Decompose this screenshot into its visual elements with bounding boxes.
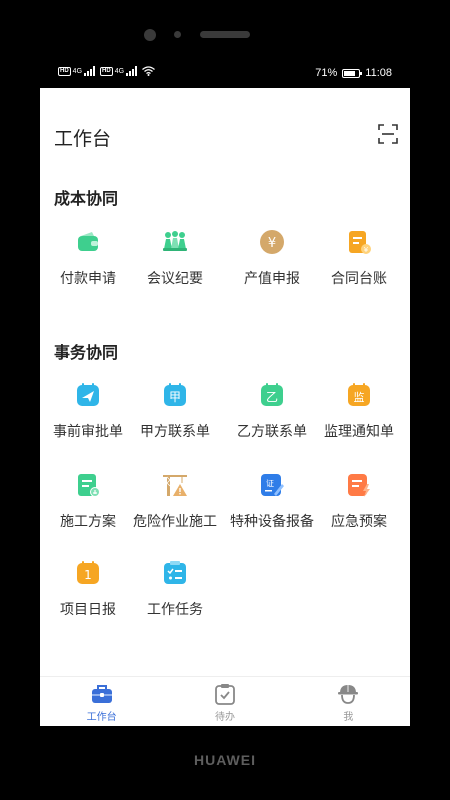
status-right: 71% 11:08 — [315, 67, 392, 79]
section-title-cost: 成本协同 — [54, 189, 119, 208]
front-camera — [144, 29, 156, 41]
device-brand-logo: HUAWEI — [194, 752, 256, 768]
construction-plan-icon — [78, 474, 100, 497]
crane-warning-icon — [163, 475, 187, 496]
clipboard-check-icon — [215, 684, 235, 705]
grid-item-label: 付款申请 — [60, 271, 116, 287]
section-title-affairs: 事务协同 — [54, 343, 119, 362]
tab-label: 我 — [343, 712, 354, 723]
party-a-glyph: 甲 — [169, 390, 181, 404]
page-title: 工作台 — [54, 128, 112, 150]
grid-item-label: 监理通知单 — [324, 424, 394, 440]
party-b-glyph: 乙 — [266, 390, 278, 404]
grid-item-label: 应急预案 — [331, 514, 387, 530]
grid-item-daily-report[interactable]: 1 项目日报 — [42, 560, 134, 640]
grid-item-label: 项目日报 — [60, 602, 116, 618]
worker-helmet-icon — [338, 685, 359, 704]
grid-item-supervision-notice[interactable]: 监 监理通知单 — [313, 382, 405, 462]
task-list-icon — [164, 561, 186, 584]
send-approval-icon — [77, 383, 99, 406]
earpiece-speaker — [200, 31, 250, 38]
tab-label: 工作台 — [86, 712, 117, 723]
signal-bars-icon-2 — [126, 66, 138, 76]
emergency-plan-icon — [348, 474, 370, 497]
signal-indicators: HD 4G HD 4G — [58, 66, 155, 76]
battery-icon — [342, 68, 363, 78]
app-screen: 工作台 成本协同 付款申请 会议纪要 ¥ 产值申报 ¥ 合同台账 事务协同 事前… — [40, 88, 410, 726]
clock: 11:08 — [365, 67, 392, 79]
grid-item-label: 特种设备报备 — [230, 514, 314, 530]
grid-item-label: 事前审批单 — [53, 424, 123, 440]
network-type: 4G — [72, 68, 83, 75]
wallet-icon — [78, 232, 98, 251]
tab-todo[interactable]: 待办 — [163, 677, 286, 726]
daily-report-icon: 1 — [77, 561, 99, 584]
status-bar: HD 4G HD 4G 71% 11:08 — [40, 62, 410, 86]
meeting-icon — [163, 231, 187, 251]
grid-item-contract-ledger[interactable]: ¥ 合同台账 — [313, 229, 405, 309]
proximity-sensor — [174, 31, 181, 38]
grid-item-label: 工作任务 — [147, 602, 203, 618]
supervision-icon: 监 — [348, 383, 370, 406]
network-type-2: 4G — [114, 68, 125, 75]
svg-text:¥: ¥ — [364, 246, 369, 254]
grid-item-pre-approval[interactable]: 事前审批单 — [42, 382, 134, 462]
party-a-icon: 甲 — [164, 383, 186, 406]
grid-item-party-a-contact[interactable]: 甲 甲方联系单 — [129, 382, 221, 462]
grid-item-label: 会议纪要 — [147, 271, 203, 287]
contract-ledger-icon: ¥ — [349, 231, 371, 254]
grid-item-party-b-contact[interactable]: 乙 乙方联系单 — [226, 382, 318, 462]
bottom-tab-bar: 工作台 待办 我 — [40, 676, 410, 726]
battery-percent: 71% — [315, 67, 338, 79]
wifi-icon — [142, 66, 155, 76]
tab-workbench[interactable]: 工作台 — [40, 677, 163, 726]
grid-item-label: 产值申报 — [244, 271, 300, 287]
grid-item-label: 甲方联系单 — [140, 424, 210, 440]
grid-item-label: 合同台账 — [331, 271, 387, 287]
grid-item-label: 乙方联系单 — [237, 424, 307, 440]
grid-item-label: 施工方案 — [60, 514, 116, 530]
signal-bars-icon — [84, 66, 96, 76]
party-b-icon: 乙 — [261, 383, 283, 406]
supervision-glyph: 监 — [354, 391, 365, 404]
svg-text:证: 证 — [266, 479, 274, 488]
daily-report-glyph: 1 — [84, 568, 92, 582]
yuan-coin-icon: ¥ — [260, 230, 284, 254]
tab-label: 待办 — [214, 712, 235, 723]
hd-badge-2: HD — [100, 67, 113, 76]
grid-item-payment-request[interactable]: 付款申请 — [42, 229, 134, 309]
special-equipment-icon: 证 — [261, 474, 284, 496]
briefcase-icon — [91, 685, 112, 703]
grid-item-special-equipment[interactable]: 证 特种设备报备 — [226, 472, 318, 552]
grid-item-output-declaration[interactable]: ¥ 产值申报 — [226, 229, 318, 309]
grid-item-emergency-plan[interactable]: 应急预案 — [313, 472, 405, 552]
tab-me[interactable]: 我 — [287, 677, 410, 726]
grid-item-hazardous-work[interactable]: 危险作业施工 — [129, 472, 221, 552]
grid-item-meeting-minutes[interactable]: 会议纪要 — [129, 229, 221, 309]
grid-item-construction-plan[interactable]: 施工方案 — [42, 472, 134, 552]
grid-item-work-tasks[interactable]: 工作任务 — [129, 560, 221, 640]
svg-text:¥: ¥ — [268, 236, 276, 251]
grid-item-label: 危险作业施工 — [133, 514, 217, 530]
hd-badge: HD — [58, 67, 71, 76]
scan-icon[interactable] — [378, 124, 398, 144]
